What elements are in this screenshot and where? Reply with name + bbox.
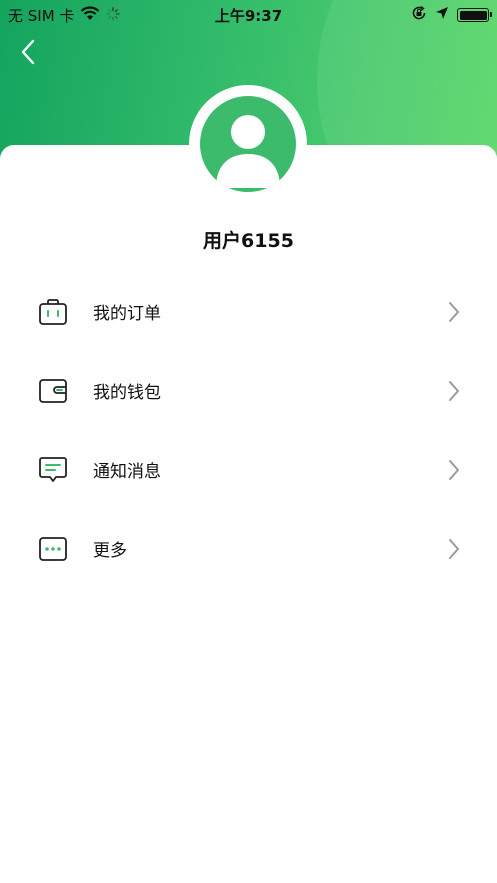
battery-icon xyxy=(457,8,492,22)
menu-item-label: 我的钱包 xyxy=(93,383,161,403)
menu-item-label: 我的订单 xyxy=(93,304,161,324)
message-icon xyxy=(38,455,68,485)
user-icon xyxy=(216,115,280,188)
menu-item-label: 更多 xyxy=(93,541,127,561)
username: 用户6155 xyxy=(203,230,294,252)
location-icon xyxy=(435,6,449,24)
avatar-ring xyxy=(189,85,307,203)
menu-item-notifications[interactable]: 通知消息 xyxy=(0,430,497,509)
menu-item-orders[interactable]: 我的订单 xyxy=(0,272,497,351)
status-right xyxy=(411,5,492,25)
menu-item-more[interactable]: 更多 xyxy=(0,509,497,588)
avatar[interactable] xyxy=(200,96,296,192)
chevron-right-icon xyxy=(447,538,461,560)
chevron-left-icon xyxy=(21,39,35,65)
menu-item-label: 通知消息 xyxy=(93,462,161,482)
chevron-right-icon xyxy=(447,301,461,323)
more-icon xyxy=(38,534,68,564)
status-bar: 无 SIM 卡 上午9:37 xyxy=(0,0,497,28)
rotation-lock-icon xyxy=(411,5,427,25)
chevron-right-icon xyxy=(447,459,461,481)
wallet-icon xyxy=(38,376,68,406)
menu-item-wallet[interactable]: 我的钱包 xyxy=(0,351,497,430)
chevron-right-icon xyxy=(447,380,461,402)
back-button[interactable] xyxy=(14,36,42,68)
bag-icon xyxy=(38,297,68,327)
menu-list: 我的订单 我的钱包 通知消息 更多 xyxy=(0,272,497,588)
